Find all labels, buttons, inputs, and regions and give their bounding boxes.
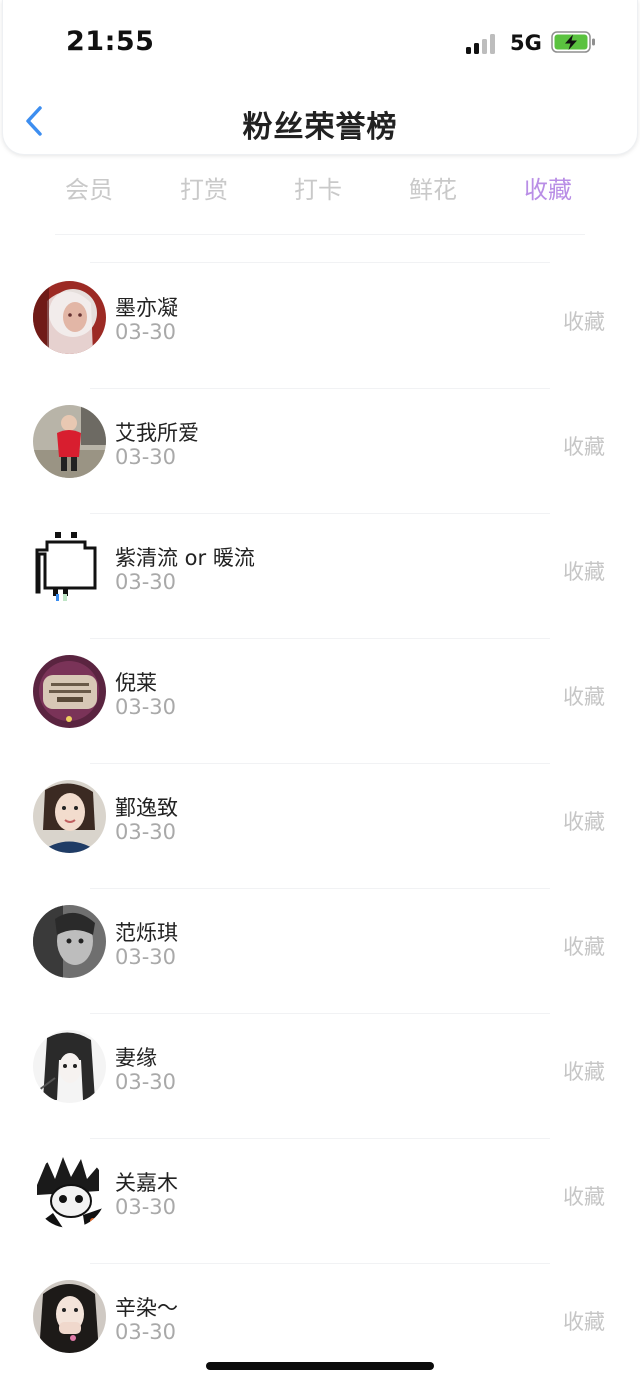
page-title: 粉丝荣誉榜: [242, 110, 398, 145]
fan-list-item[interactable]: 妻缘 03-30 收藏: [0, 1018, 640, 1142]
fan-name: 妻缘: [115, 1046, 157, 1070]
fan-date: 03-30: [115, 695, 177, 719]
fan-date: 03-30: [115, 1320, 177, 1344]
fan-action-label: 收藏: [563, 810, 605, 834]
fan-date: 03-30: [115, 320, 177, 344]
row-divider: [90, 888, 550, 889]
fan-name: 辛染～: [115, 1296, 178, 1320]
avatar[interactable]: [33, 405, 106, 478]
fan-action-label: 收藏: [563, 310, 605, 334]
row-divider: [90, 1263, 550, 1264]
fan-date: 03-30: [115, 1070, 177, 1094]
tabs-divider: [55, 234, 585, 235]
tab-tip[interactable]: 打赏: [149, 170, 259, 205]
fan-date: 03-30: [115, 820, 177, 844]
fan-name: 倪莱: [115, 671, 157, 695]
avatar[interactable]: [33, 1280, 106, 1353]
fan-action-label: 收藏: [563, 560, 605, 584]
battery-charging-icon: [551, 31, 597, 53]
avatar[interactable]: [33, 281, 106, 354]
tab-checkin[interactable]: 打卡: [263, 170, 373, 205]
row-divider: [90, 388, 550, 389]
network-label: 5G: [510, 31, 542, 55]
avatar[interactable]: [33, 655, 106, 728]
avatar[interactable]: [33, 1030, 106, 1103]
fan-date: 03-30: [115, 945, 177, 969]
fan-list-item[interactable]: 紫清流 or 暖流 03-30 收藏: [0, 518, 640, 642]
fan-name: 范烁琪: [115, 921, 178, 945]
fan-list-item[interactable]: 辛染～ 03-30 收藏: [0, 1268, 640, 1392]
row-divider: [90, 1138, 550, 1139]
fan-list-item[interactable]: 倪莱 03-30 收藏: [0, 643, 640, 767]
signal-icon: [466, 34, 500, 54]
fan-list-item[interactable]: 艾我所爱 03-30 收藏: [0, 393, 640, 517]
avatar[interactable]: [33, 530, 106, 603]
tab-member[interactable]: 会员: [34, 170, 144, 205]
row-divider: [90, 638, 550, 639]
avatar[interactable]: [33, 1155, 106, 1228]
fan-list-item[interactable]: 墨亦凝 03-30 收藏: [0, 268, 640, 392]
fan-action-label: 收藏: [563, 685, 605, 709]
home-indicator[interactable]: [206, 1362, 434, 1370]
tab-bar: 会员 打赏 打卡 鲜花 收藏: [0, 170, 640, 210]
fan-name: 墨亦凝: [115, 296, 178, 320]
fan-name: 关嘉木: [115, 1171, 178, 1195]
fan-list-item[interactable]: 关嘉木 03-30 收藏: [0, 1143, 640, 1267]
fan-date: 03-30: [115, 570, 177, 594]
tab-flowers[interactable]: 鲜花: [378, 170, 488, 205]
fan-name: 艾我所爱: [115, 421, 199, 445]
avatar[interactable]: [33, 905, 106, 978]
row-divider: [90, 763, 550, 764]
avatar[interactable]: [33, 780, 106, 853]
fan-action-label: 收藏: [563, 435, 605, 459]
fan-action-label: 收藏: [563, 1310, 605, 1334]
row-divider: [90, 1013, 550, 1014]
fan-action-label: 收藏: [563, 1060, 605, 1084]
fan-date: 03-30: [115, 445, 177, 469]
list-divider: [90, 262, 550, 263]
tab-favorites[interactable]: 收藏: [493, 170, 603, 205]
fan-action-label: 收藏: [563, 1185, 605, 1209]
fan-list-item[interactable]: 范烁琪 03-30 收藏: [0, 893, 640, 1017]
fan-date: 03-30: [115, 1195, 177, 1219]
status-time: 21:55: [66, 26, 155, 57]
row-divider: [90, 513, 550, 514]
fan-name: 鄞逸致: [115, 796, 178, 820]
fan-list-item[interactable]: 鄞逸致 03-30 收藏: [0, 768, 640, 892]
fan-action-label: 收藏: [563, 935, 605, 959]
fan-name: 紫清流 or 暖流: [115, 546, 255, 570]
